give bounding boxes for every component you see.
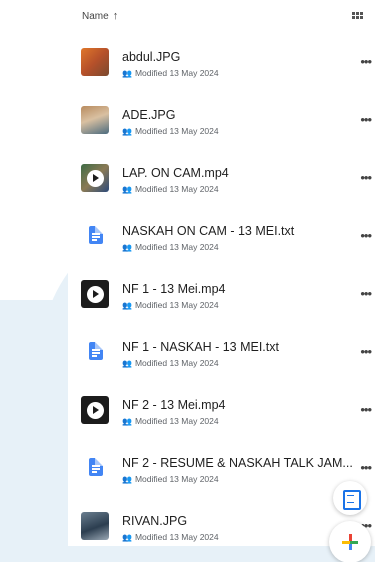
file-row[interactable]: ADE.JPG 👥 Modified 13 May 2024 ••• xyxy=(0,98,375,156)
file-row[interactable]: abdul.JPG 👥 Modified 13 May 2024 ••• xyxy=(0,40,375,98)
sort-by-name-button[interactable]: Name ↑ xyxy=(82,10,118,22)
arrow-up-icon: ↑ xyxy=(112,10,119,22)
shared-icon: 👥 xyxy=(122,126,132,136)
file-row[interactable]: LAP. ON CAM.mp4 👥 Modified 13 May 2024 ••• xyxy=(0,156,375,214)
image-thumbnail xyxy=(81,512,109,540)
file-name: NF 2 - 13 Mei.mp4 xyxy=(122,398,226,412)
play-icon xyxy=(86,285,104,303)
shared-icon: 👥 xyxy=(122,474,132,484)
file-name: abdul.JPG xyxy=(122,50,181,64)
play-icon xyxy=(86,169,104,187)
file-meta: 👥 Modified 13 May 2024 xyxy=(122,358,219,368)
file-meta: 👥 Modified 13 May 2024 xyxy=(122,416,219,426)
modified-date: Modified 13 May 2024 xyxy=(134,358,219,368)
more-options-icon[interactable]: ••• xyxy=(360,112,372,127)
file-row[interactable]: NASKAH ON CAM - 13 MEI.txt 👥 Modified 13 M… xyxy=(0,214,375,272)
modified-date: Modified 13 May 2024 xyxy=(134,68,219,78)
modified-date: Modified 13 May 2024 xyxy=(134,300,219,310)
more-options-icon[interactable]: ••• xyxy=(360,402,372,417)
text-file-icon xyxy=(89,458,103,476)
file-meta: 👥 Modified 13 May 2024 xyxy=(122,532,219,542)
shared-icon: 👥 xyxy=(122,358,132,368)
file-meta: 👥 Modified 13 May 2024 xyxy=(122,184,219,194)
new-button[interactable] xyxy=(329,521,371,562)
modified-date: Modified 13 May 2024 xyxy=(134,184,219,194)
modified-date: Modified 13 May 2024 xyxy=(134,532,219,542)
video-file-icon xyxy=(81,280,109,308)
scan-document-button[interactable] xyxy=(333,481,367,515)
modified-date: Modified 13 May 2024 xyxy=(134,416,219,426)
file-name: ADE.JPG xyxy=(122,108,176,122)
modified-date: Modified 13 May 2024 xyxy=(134,126,219,136)
image-thumbnail xyxy=(81,48,109,76)
file-meta: 👥 Modified 13 May 2024 xyxy=(122,68,219,78)
play-icon xyxy=(86,401,104,419)
grid-view-icon[interactable] xyxy=(352,12,364,20)
file-name: RIVAN.JPG xyxy=(122,514,188,528)
file-meta: 👥 Modified 13 May 2024 xyxy=(122,242,219,252)
more-options-icon[interactable]: ••• xyxy=(360,228,372,243)
file-row[interactable]: NF 1 - 13 Mei.mp4 👥 Modified 13 May 2024 ••… xyxy=(0,272,375,330)
shared-icon: 👥 xyxy=(122,416,132,426)
shared-icon: 👥 xyxy=(122,532,132,542)
video-file-icon xyxy=(81,396,109,424)
file-meta: 👥 Modified 13 May 2024 xyxy=(122,474,219,484)
more-options-icon[interactable]: ••• xyxy=(360,170,372,185)
sort-label: Name xyxy=(82,10,109,22)
file-row[interactable]: RIVAN.JPG 👥 Modified 13 May 2024 ••• xyxy=(0,504,375,562)
text-file-icon xyxy=(89,342,103,360)
shared-icon: 👥 xyxy=(122,242,132,252)
modified-date: Modified 13 May 2024 xyxy=(134,474,219,484)
file-row[interactable]: NF 1 - NASKAH - 13 MEI.txt 👥 Modified 13 M… xyxy=(0,330,375,388)
file-name: LAP. ON CAM.mp4 xyxy=(122,166,229,180)
shared-icon: 👥 xyxy=(122,184,132,194)
file-row[interactable]: NF 2 - 13 Mei.mp4 👥 Modified 13 May 2024 ••… xyxy=(0,388,375,446)
more-options-icon[interactable]: ••• xyxy=(360,54,372,69)
shared-icon: 👥 xyxy=(122,300,132,310)
shared-icon: 👥 xyxy=(122,68,132,78)
file-row[interactable]: NF 2 - RESUME & NASKAH TALK JAM... 👥 Modif… xyxy=(0,446,375,504)
file-name: NF 1 - NASKAH - 13 MEI.txt xyxy=(122,340,279,354)
plus-icon xyxy=(342,541,358,544)
file-name: NF 1 - 13 Mei.mp4 xyxy=(122,282,226,296)
modified-date: Modified 13 May 2024 xyxy=(134,242,219,252)
image-thumbnail xyxy=(81,106,109,134)
video-thumbnail xyxy=(81,164,109,192)
more-options-icon[interactable]: ••• xyxy=(360,460,372,475)
file-meta: 👥 Modified 13 May 2024 xyxy=(122,126,219,136)
file-meta: 👥 Modified 13 May 2024 xyxy=(122,300,219,310)
more-options-icon[interactable]: ••• xyxy=(360,286,372,301)
more-options-icon[interactable]: ••• xyxy=(360,344,372,359)
file-name: NASKAH ON CAM - 13 MEI.txt xyxy=(122,224,295,238)
file-name: NF 2 - RESUME & NASKAH TALK JAM... xyxy=(122,456,353,470)
text-file-icon xyxy=(89,226,103,244)
